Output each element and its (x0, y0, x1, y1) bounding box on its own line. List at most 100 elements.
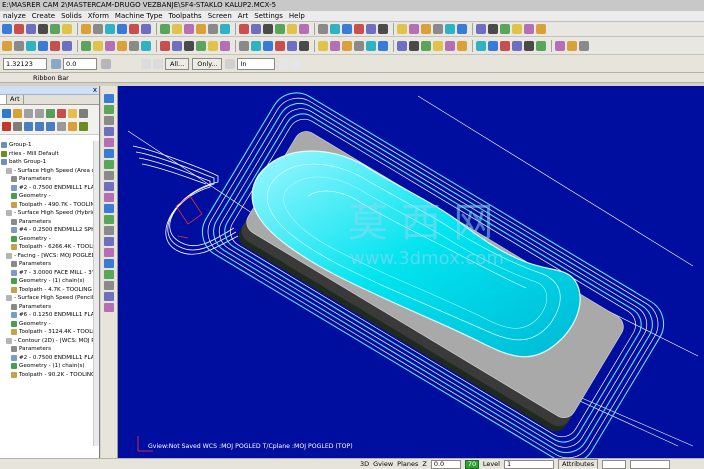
select-all-operations-icon[interactable] (2, 109, 11, 118)
menu-item-settings[interactable]: Settings (251, 11, 286, 21)
insert-arrow-icon[interactable] (46, 122, 55, 131)
status-3d-toggle[interactable]: 3D (360, 460, 369, 469)
menu-item-screen[interactable]: Screen (205, 11, 235, 21)
toolbar-button-icon[interactable] (2, 24, 12, 34)
surface-icon[interactable] (153, 58, 163, 69)
tree-item[interactable]: - Surface High Speed (Pencil rest passe (0, 294, 99, 303)
toolbar-button-icon[interactable] (220, 40, 230, 51)
toolbar-button-icon[interactable] (38, 40, 48, 51)
tree-item[interactable]: - Facing - [WCS: MOJ POGLED] - [Tpla (0, 252, 99, 261)
toolbar-button-icon[interactable] (445, 40, 455, 51)
toolbar-button-icon[interactable] (105, 40, 115, 51)
options-icon[interactable] (101, 58, 111, 69)
toolbar-button-icon[interactable] (141, 40, 151, 51)
toolbar-button-icon[interactable] (160, 24, 170, 34)
select-all-button[interactable]: All... (165, 57, 190, 70)
toolbar-button-icon[interactable] (409, 40, 419, 51)
toolbar-button-icon[interactable] (208, 24, 218, 34)
view-toolbar-button-icon[interactable] (104, 94, 114, 103)
toolbar-button-icon[interactable] (378, 40, 388, 51)
view-toolbar-button-icon[interactable] (104, 171, 114, 180)
toolbar-button-icon[interactable] (117, 40, 127, 51)
toolbar-button-icon[interactable] (378, 24, 388, 34)
toolbar-button-icon[interactable] (184, 24, 194, 34)
toolbar-button-icon[interactable] (26, 24, 36, 34)
toolbar-button-icon[interactable] (299, 40, 309, 51)
view-toolbar-button-icon[interactable] (104, 127, 114, 136)
tree-item[interactable]: #7 - 3.0000 FACE MILL - 3" FACE MI (0, 269, 99, 278)
tree-item[interactable]: Toolpath - 90.2K - TOOLING SPLIT2\ (0, 371, 99, 380)
only-display-icon[interactable] (68, 122, 77, 131)
verify-icon[interactable] (57, 109, 66, 118)
ribbon-value-field-2[interactable]: 0.0 (63, 57, 97, 70)
menu-item-help[interactable]: Help (286, 11, 308, 21)
toolbar-button-icon[interactable] (275, 24, 285, 34)
view-toolbar-button-icon[interactable] (104, 160, 114, 169)
toolbar-button-icon[interactable] (409, 24, 419, 34)
status-z-input[interactable]: 0.0 (430, 459, 461, 469)
tree-item[interactable]: Toolpath - 6266.4K - TOOLING SPLI (0, 243, 99, 252)
tree-item[interactable]: Group-1 (0, 141, 99, 150)
delete-icon[interactable] (2, 122, 11, 131)
high-feed-icon[interactable] (79, 109, 88, 118)
toolbar-button-icon[interactable] (433, 40, 443, 51)
toolbar-button-icon[interactable] (567, 40, 577, 51)
toolbar-button-icon[interactable] (251, 24, 261, 34)
menu-item-machine-type[interactable]: Machine Type (112, 11, 166, 21)
toolbar-button-icon[interactable] (81, 24, 91, 34)
toolbar-button-icon[interactable] (318, 24, 328, 34)
selection-mode-icon[interactable] (225, 58, 236, 69)
tree-item[interactable]: bath Group-1 (0, 158, 99, 167)
select-dirty-icon[interactable] (13, 109, 22, 118)
toolbar-button-icon[interactable] (50, 40, 60, 51)
status-planes[interactable]: Planes (397, 460, 418, 469)
toolbar-button-icon[interactable] (160, 40, 170, 51)
tree-item[interactable]: Toolpath - 490.7K - TOOLING SPLIT2 (0, 201, 99, 210)
toolbar-button-icon[interactable] (433, 24, 443, 34)
selection-in-select[interactable]: In (237, 57, 276, 70)
toolbar-button-icon[interactable] (287, 24, 297, 34)
toolbar-button-icon[interactable] (445, 24, 455, 34)
menu-item-create[interactable]: Create (29, 11, 58, 21)
toolbar-button-icon[interactable] (105, 24, 115, 34)
view-toolbar-button-icon[interactable] (104, 149, 114, 158)
toolbar-button-icon[interactable] (38, 24, 48, 34)
tree-item[interactable]: Geometry - (1) chain(s) (0, 362, 99, 371)
toolbar-button-icon[interactable] (476, 40, 486, 51)
view-toolbar-button-icon[interactable] (104, 138, 114, 147)
status-attributes-button[interactable]: Attributes (558, 458, 599, 469)
view-toolbar-button-icon[interactable] (104, 237, 114, 246)
toolbar-button-icon[interactable] (524, 24, 534, 34)
toolbar-button-icon[interactable] (129, 40, 139, 51)
view-toolbar-button-icon[interactable] (104, 270, 114, 279)
toolbar-button-icon[interactable] (93, 24, 103, 34)
move-down-icon[interactable] (24, 122, 33, 131)
graphics-viewport[interactable]: 莫 西 网 www.3dmox.com Gview:Not Saved WCS … (118, 86, 704, 458)
tree-item[interactable]: #2 - 0.7500 ENDMILL1 FLAT - 3/4 F (0, 184, 99, 193)
view-toolbar-button-icon[interactable] (104, 215, 114, 224)
toolbar-button-icon[interactable] (397, 24, 407, 34)
toolbar-button-icon[interactable] (50, 24, 60, 34)
toolbar-button-icon[interactable] (457, 24, 467, 34)
status-level-label[interactable]: Level (483, 460, 500, 469)
view-toolbar-button-icon[interactable] (104, 116, 114, 125)
wireframe-icon[interactable] (141, 58, 151, 69)
toolbar-button-icon[interactable] (299, 24, 309, 34)
tree-item[interactable]: Parameters (0, 175, 99, 184)
view-toolbar-button-icon[interactable] (104, 193, 114, 202)
tree-item[interactable]: Toolpath - 4.7K - TOOLING SPLIT29 (0, 286, 99, 295)
regenerate-dirty-icon[interactable] (35, 109, 44, 118)
menu-item-art[interactable]: Art (235, 11, 251, 21)
select-arrow-icon[interactable] (279, 58, 290, 69)
toolbar-button-icon[interactable] (26, 40, 36, 51)
view-toolbar-button-icon[interactable] (104, 182, 114, 191)
toolbar-button-icon[interactable] (318, 40, 328, 51)
status-color-swatch[interactable]: 70 (464, 459, 479, 469)
view-toolbar-button-icon[interactable] (104, 248, 114, 257)
view-toolbar-button-icon[interactable] (104, 226, 114, 235)
tree-item[interactable]: Geometry - (0, 192, 99, 201)
tree-item[interactable]: #2 - 0.7500 ENDMILL1 FLAT - 3/4 F (0, 354, 99, 363)
toolbar-button-icon[interactable] (239, 24, 249, 34)
menu-item-toolpaths[interactable]: Toolpaths (166, 11, 205, 21)
status-point-style[interactable] (602, 459, 627, 469)
